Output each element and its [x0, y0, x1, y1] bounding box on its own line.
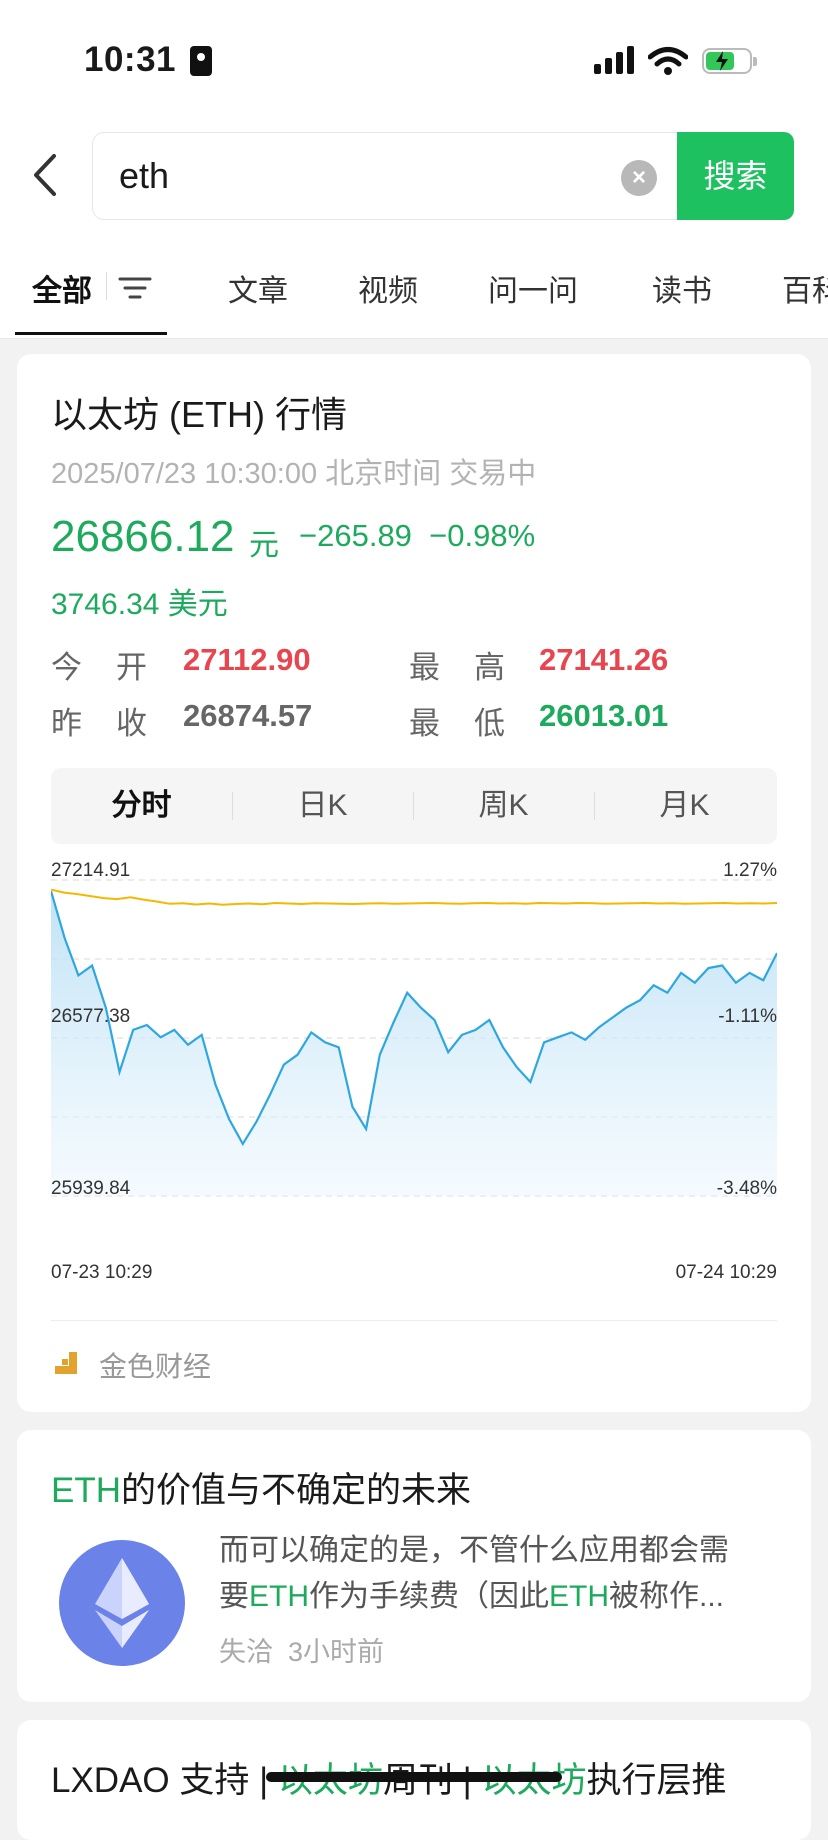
period-selector: 分时 日K 周K 月K — [51, 768, 777, 844]
period-daily-k[interactable]: 日K — [232, 768, 413, 844]
snippet-line: 要ETH作为手续费（因此ETH被称作... — [219, 1580, 725, 1613]
status-bar: 10:31 — [0, 0, 828, 120]
filter-icon[interactable] — [118, 274, 152, 302]
x-tick-label: 07-23 10:29 — [51, 1262, 153, 1283]
prev-close-label: 昨收 — [51, 706, 181, 741]
low-label: 最低 — [409, 706, 539, 741]
signal-icon — [594, 46, 636, 74]
home-indicator[interactable] — [266, 1772, 562, 1782]
article-author: 失洽 — [219, 1637, 273, 1667]
article-card[interactable]: ETH的价值与不确定的未来 而可以确定的是，不管什么应用都会需 要ETH作为手续… — [17, 1430, 811, 1702]
tab-videos[interactable]: 视频 — [358, 266, 418, 310]
tab-articles[interactable]: 文章 — [228, 266, 288, 310]
tab-all[interactable]: 全部 — [32, 266, 92, 310]
ethereum-logo-icon — [59, 1540, 185, 1666]
tab-separator — [106, 272, 107, 300]
tab-baike[interactable]: 百科 — [782, 266, 828, 310]
battery-icon — [702, 48, 757, 74]
pct-tick-label: -3.48% — [716, 1178, 777, 1199]
tab-bar: 全部 文章 视频 问一问 读书 百科 — [0, 252, 828, 339]
clear-icon[interactable]: × — [621, 160, 657, 196]
title-text: 的价值与不确定的未来 — [121, 1471, 472, 1510]
y-tick-label: 27214.91 — [51, 860, 131, 881]
x-tick-label: 07-24 10:29 — [675, 1262, 777, 1283]
price-unit: 元 — [249, 529, 279, 562]
chart-svg — [49, 879, 778, 1197]
article-meta: 失洽 3小时前 — [219, 1630, 384, 1669]
high-label: 最高 — [409, 650, 539, 685]
search-button[interactable]: 搜索 — [677, 132, 794, 220]
usd-price: 3746.34 美元 — [51, 588, 228, 621]
snippet-line: 而可以确定的是，不管什么应用都会需 — [219, 1534, 729, 1567]
price-area-fill — [51, 891, 777, 1196]
tab-active-indicator — [15, 332, 167, 335]
y-tick-label: 25939.84 — [51, 1178, 131, 1199]
current-price: 26866.12 — [51, 512, 235, 561]
y-tick-label: 26577.38 — [51, 1006, 131, 1027]
open-value: 27112.90 — [183, 642, 311, 677]
pct-tick-label: 1.27% — [723, 860, 777, 881]
article-time: 3小时前 — [288, 1637, 385, 1667]
source-name[interactable]: 金色财经 — [99, 1345, 211, 1385]
search-input[interactable]: eth × — [92, 132, 678, 220]
title-highlight: ETH — [51, 1471, 121, 1510]
divider — [51, 1320, 777, 1321]
wifi-icon — [648, 47, 688, 75]
low-value: 26013.01 — [539, 698, 669, 733]
period-weekly-k[interactable]: 周K — [413, 768, 594, 844]
market-title: 以太坊 (ETH) 行情 — [51, 394, 347, 435]
article-title[interactable]: ETH的价值与不确定的未来 — [51, 1462, 471, 1513]
search-query[interactable]: eth — [119, 155, 169, 197]
period-monthly-k[interactable]: 月K — [594, 768, 775, 844]
open-label: 今开 — [51, 650, 181, 685]
change-value: −265.89 — [299, 518, 412, 553]
jinse-logo-icon — [55, 1352, 77, 1374]
tab-ask[interactable]: 问一问 — [488, 266, 578, 310]
market-datetime: 2025/07/23 10:30:00 北京时间 交易中 — [51, 458, 537, 490]
status-time: 10:31 — [84, 40, 177, 79]
screen-lock-icon — [190, 46, 212, 76]
tab-books[interactable]: 读书 — [652, 266, 712, 310]
period-intraday[interactable]: 分时 — [51, 768, 232, 844]
series-average-line — [50, 888, 778, 906]
pct-tick-label: -1.11% — [718, 1006, 777, 1027]
back-icon[interactable] — [28, 152, 64, 198]
market-card[interactable]: 以太坊 (ETH) 行情 2025/07/23 10:30:00 北京时间 交易… — [17, 354, 811, 1412]
high-value: 27141.26 — [539, 642, 669, 677]
price-chart[interactable]: 27214.91 26577.38 25939.84 1.27% -1.11% … — [49, 860, 778, 1210]
top-area: 10:31 eth × 搜索 全部 文章 视频 问一问 读书 百 — [0, 0, 828, 339]
article-snippet: 而可以确定的是，不管什么应用都会需 要ETH作为手续费（因此ETH被称作... — [219, 1528, 789, 1620]
prev-close-value: 26874.57 — [183, 698, 313, 733]
price-change: −265.89 −0.98% — [299, 518, 535, 554]
change-percent: −0.98% — [429, 518, 536, 553]
